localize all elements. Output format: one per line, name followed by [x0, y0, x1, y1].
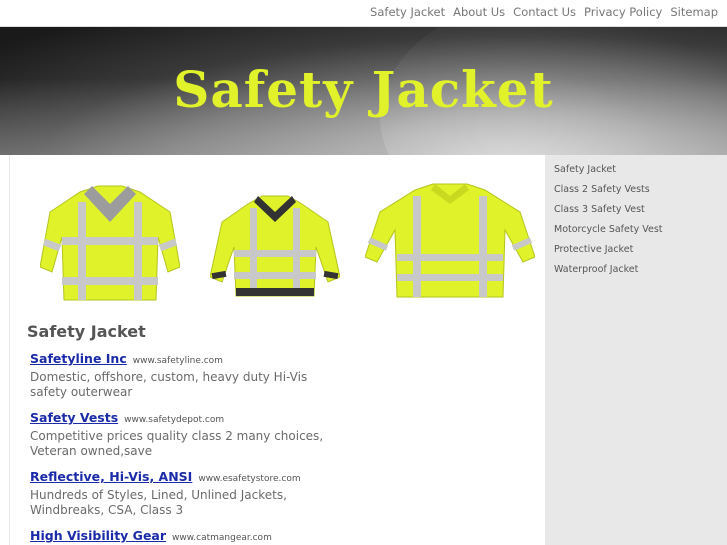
jacket-gallery [40, 177, 540, 307]
ad-description: Hundreds of Styles, Lined, Unlined Jacke… [30, 488, 287, 517]
site-title: Safety Jacket [173, 60, 554, 119]
ad-url[interactable]: www.safetyline.com [133, 356, 223, 366]
sidebar-item-class-2-safety-vests[interactable]: Class 2 Safety Vests [554, 180, 727, 200]
sidebar-menu: Safety Jacket Class 2 Safety Vests Class… [545, 155, 727, 280]
jacket-image-3 [365, 183, 535, 298]
ad-title-link[interactable]: Reflective, Hi-Vis, ANSI [30, 469, 192, 484]
content-area: Safety Jacket Safetyline Inc www.safetyl… [0, 155, 727, 545]
ad-url[interactable]: www.catmangear.com [172, 533, 272, 543]
top-nav-links: Safety Jacket About Us Contact Us Privac… [370, 5, 718, 19]
section-heading: Safety Jacket [27, 322, 146, 341]
main-column: Safety Jacket Safetyline Inc www.safetyl… [9, 155, 545, 545]
ad-item: High Visibility Gear www.catmangear.com [30, 528, 330, 543]
nav-link-about-us[interactable]: About Us [453, 5, 505, 19]
jacket-image-1 [40, 185, 180, 301]
nav-link-contact-us[interactable]: Contact Us [513, 5, 576, 19]
ad-item: Safety Vests www.safetydepot.com Competi… [30, 410, 330, 459]
sidebar-item-protective-jacket[interactable]: Protective Jacket [554, 240, 727, 260]
nav-link-safety-jacket[interactable]: Safety Jacket [370, 5, 445, 19]
ad-title-link[interactable]: Safetyline Inc [30, 351, 127, 366]
ad-description: Domestic, offshore, custom, heavy duty H… [30, 370, 308, 399]
ad-item: Reflective, Hi-Vis, ANSI www.esafetystor… [30, 469, 330, 518]
sidebar-item-class-3-safety-vest[interactable]: Class 3 Safety Vest [554, 200, 727, 220]
nav-link-sitemap[interactable]: Sitemap [670, 5, 718, 19]
ad-title-link[interactable]: High Visibility Gear [30, 528, 166, 543]
ad-url[interactable]: www.safetydepot.com [124, 415, 224, 425]
header-banner: Safety Jacket [0, 27, 727, 155]
ad-url[interactable]: www.esafetystore.com [198, 474, 300, 484]
ad-title-link[interactable]: Safety Vests [30, 410, 118, 425]
sidebar-item-safety-jacket[interactable]: Safety Jacket [554, 160, 727, 180]
sidebar-item-waterproof-jacket[interactable]: Waterproof Jacket [554, 260, 727, 280]
jacket-image-2 [210, 195, 340, 297]
nav-link-privacy-policy[interactable]: Privacy Policy [584, 5, 662, 19]
sidebar-item-motorcycle-safety-vest[interactable]: Motorcycle Safety Vest [554, 220, 727, 240]
ad-item: Safetyline Inc www.safetyline.com Domest… [30, 351, 330, 400]
sidebar: Safety Jacket Class 2 Safety Vests Class… [545, 155, 727, 545]
top-navigation: Safety Jacket About Us Contact Us Privac… [0, 0, 727, 27]
ad-description: Competitive prices quality class 2 many … [30, 429, 324, 458]
